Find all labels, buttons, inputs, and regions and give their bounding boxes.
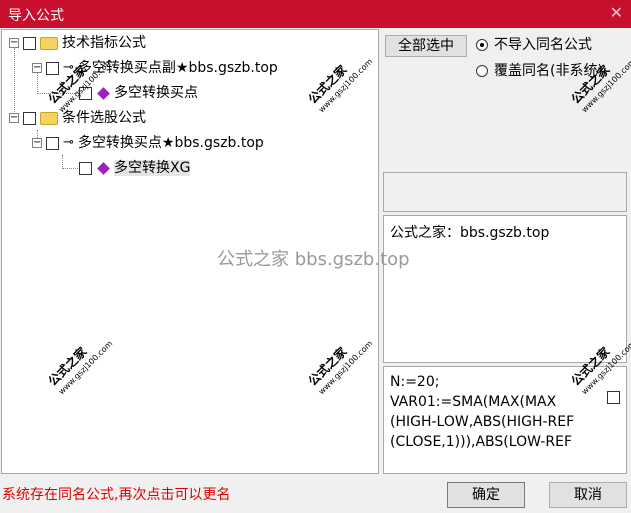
watermark-stamp: 公式之家 www.gszj100.com [568, 56, 631, 115]
select-all-button[interactable]: 全部选中 [385, 35, 467, 57]
radio-no-import[interactable]: 不导入同名公式 [476, 35, 592, 55]
tree-connector [62, 155, 63, 169]
folder-icon [40, 111, 58, 125]
tree-group-indicators[interactable]: − 技术指标公式 [9, 33, 146, 53]
ok-button[interactable]: 确定 [447, 482, 525, 508]
folder-icon [40, 36, 58, 50]
formula-code: N:=20; VAR01:=SMA(MAX(MAX (HIGH-LOW,ABS(… [390, 374, 575, 450]
group-checkbox[interactable] [23, 111, 36, 125]
close-icon[interactable]: ✕ [610, 3, 623, 22]
leaf-checkbox[interactable] [79, 161, 92, 175]
item-checkbox[interactable] [46, 136, 59, 150]
radio-button[interactable] [476, 65, 488, 77]
tree-group-label: 技术指标公式 [62, 35, 146, 51]
info-text: 公式之家：bbs.gszb.top [390, 225, 550, 241]
tree-group-label: 条件选股公式 [62, 110, 146, 126]
tree-leaf-formula[interactable]: 多空转换XG [79, 158, 191, 178]
tree-item-label: 多空转换买点★bbs.gszb.top [77, 135, 264, 151]
key-icon: ⊸ [63, 135, 74, 150]
tree-connector [62, 168, 80, 169]
watermark-text: 公式之家 bbs.gszb.top [217, 249, 410, 270]
tree-leaf-label: 多空转换XG [114, 160, 191, 176]
formula-gem-icon [97, 86, 110, 100]
collapse-icon[interactable]: − [9, 113, 19, 123]
window-title: 导入公式 [8, 8, 64, 24]
tree-group-screening[interactable]: − 条件选股公式 [9, 108, 146, 128]
title-bar: 导入公式 ✕ [0, 0, 631, 28]
radio-button[interactable] [476, 39, 488, 51]
collapse-icon[interactable]: − [32, 138, 42, 148]
item-checkbox[interactable] [46, 61, 59, 75]
group-checkbox[interactable] [23, 36, 36, 50]
name-field[interactable] [383, 172, 627, 212]
formula-gem-icon [97, 161, 110, 175]
tree-leaf-label: 多空转换买点 [114, 85, 198, 101]
collapse-icon[interactable]: − [9, 38, 19, 48]
tree-item-formula[interactable]: − ⊸ 多空转换买点★bbs.gszb.top [32, 133, 264, 153]
radio-overwrite[interactable]: 覆盖同名(非系统) [476, 61, 603, 81]
collapse-icon[interactable]: − [32, 63, 42, 73]
tree-leaf-formula[interactable]: 多空转换买点 [79, 83, 198, 103]
cancel-button[interactable]: 取消 [549, 482, 627, 508]
code-checkbox[interactable] [607, 391, 620, 404]
formula-info-panel: 公式之家：bbs.gszb.top [383, 215, 627, 363]
radio-label: 覆盖同名(非系统) [494, 63, 603, 79]
status-message: 系统存在同名公式,再次点击可以更名 [2, 487, 231, 503]
radio-label: 不导入同名公式 [494, 37, 592, 53]
